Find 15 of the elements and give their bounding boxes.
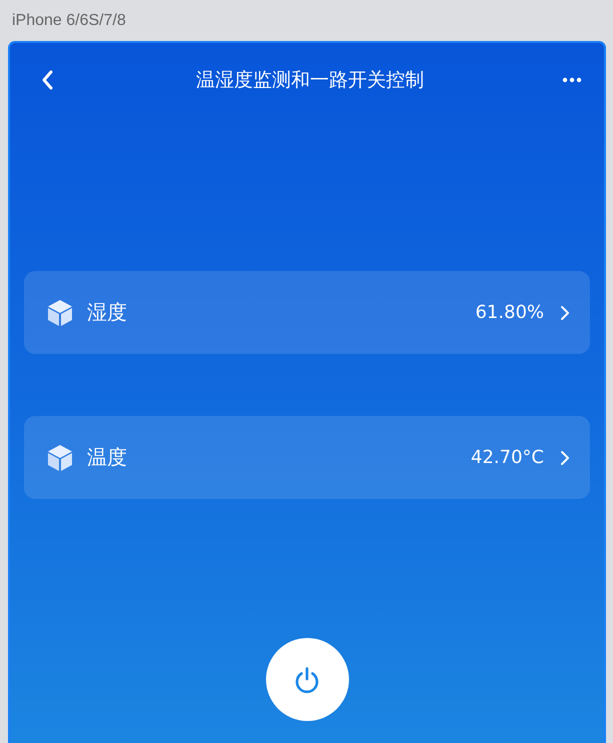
page-title: 温湿度监测和一路开关控制 [196,68,424,92]
chevron-right-icon [560,304,570,320]
chevron-right-icon [560,450,570,466]
more-button[interactable] [562,76,582,82]
sensor-name: 温度 [87,444,128,471]
sensor-name: 湿度 [87,299,128,326]
device-label: iPhone 6/6S/7/8 [12,12,126,30]
cube-icon [47,298,73,326]
more-icon [562,76,582,82]
sensor-card[interactable]: 温度 42.70°C [24,416,590,499]
sensor-value: 61.80% [475,302,544,323]
sensor-card[interactable]: 湿度 61.80% [24,271,590,354]
cube-icon [47,444,73,472]
back-icon [40,68,54,90]
sensor-value: 42.70°C [470,447,544,468]
